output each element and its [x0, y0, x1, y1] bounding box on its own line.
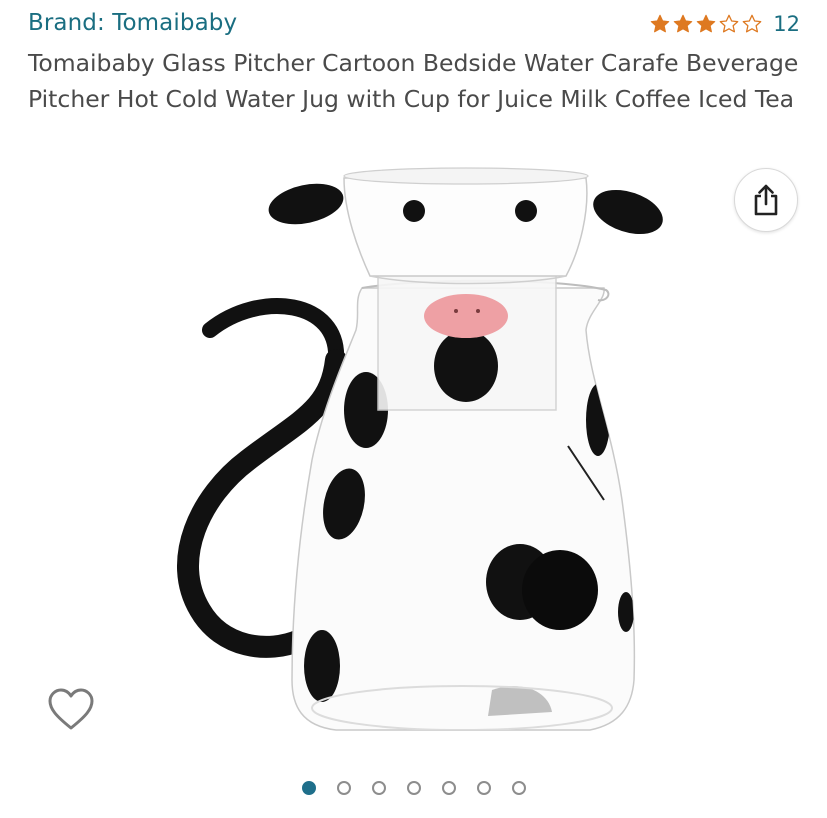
rating-count[interactable]: 12 [773, 12, 800, 36]
brand-link[interactable]: Brand: Tomaibaby [28, 10, 237, 36]
carousel-dot-3[interactable] [371, 781, 386, 795]
product-image[interactable] [150, 150, 670, 760]
star-filled-icon [697, 14, 716, 33]
share-button[interactable] [734, 168, 798, 232]
star-empty-icon [742, 14, 762, 33]
rating[interactable]: 12 [649, 12, 800, 36]
star-filled-icon [674, 14, 693, 33]
carousel-dot-6[interactable] [476, 781, 491, 795]
image-carousel-dots [0, 781, 827, 795]
carousel-dot-5[interactable] [441, 781, 456, 795]
share-icon [754, 184, 778, 216]
carousel-dot-1[interactable] [301, 781, 316, 795]
carousel-dot-2[interactable] [336, 781, 351, 795]
rating-stars [649, 13, 763, 35]
star-filled-icon [651, 14, 670, 33]
carousel-dot-4[interactable] [406, 781, 421, 795]
heart-outline-icon[interactable] [46, 686, 96, 734]
product-title: Tomaibaby Glass Pitcher Cartoon Bedside … [28, 49, 799, 113]
star-empty-icon [719, 14, 739, 33]
carousel-dot-7[interactable] [511, 781, 526, 795]
